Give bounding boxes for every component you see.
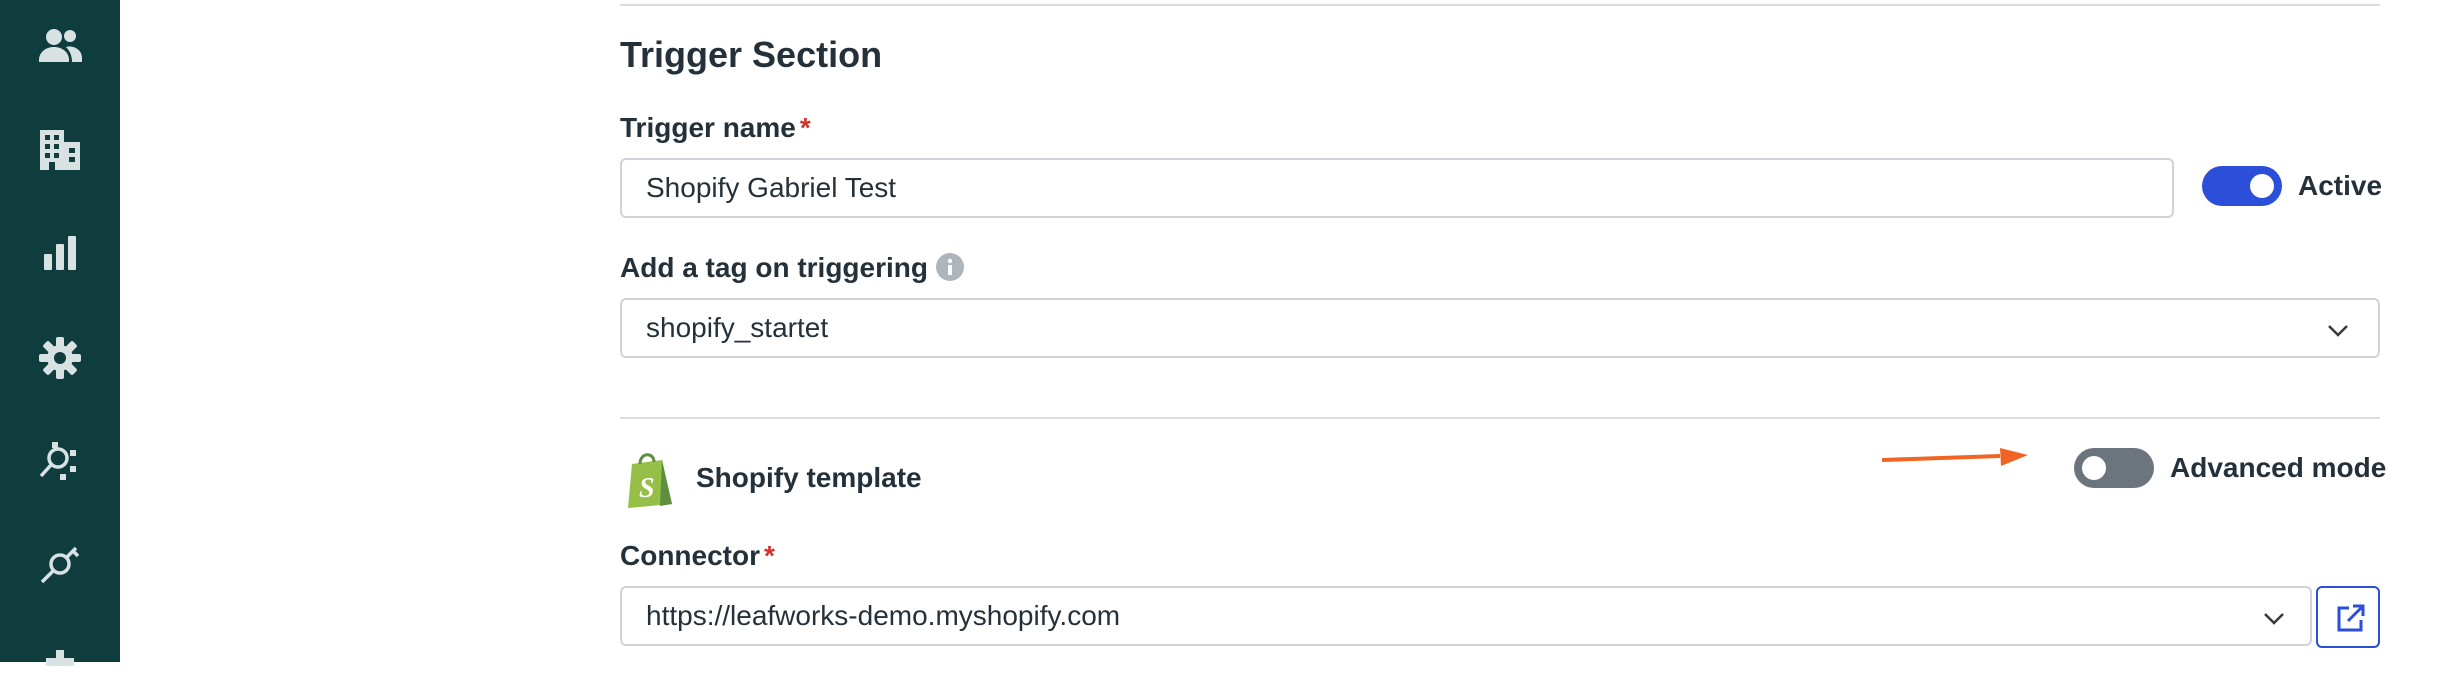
- required-marker: *: [764, 540, 775, 571]
- plug-search-icon[interactable]: [36, 542, 84, 590]
- divider: [620, 4, 2380, 6]
- active-label: Active: [2298, 170, 2383, 201]
- bar-chart-icon[interactable]: [36, 230, 84, 278]
- tag-select[interactable]: shopify_startet: [620, 298, 2380, 358]
- users-icon[interactable]: [36, 22, 84, 70]
- chevron-down-icon: [2326, 318, 2350, 342]
- connector-select[interactable]: https://leafworks-demo.myshopify.com: [620, 586, 2312, 646]
- divider: [620, 417, 2380, 419]
- trigger-name-label-text: Trigger name: [620, 112, 796, 143]
- section-title: Trigger Section: [620, 34, 883, 75]
- more-icon[interactable]: [36, 646, 84, 694]
- connector-select-value: https://leafworks-demo.myshopify.com: [646, 600, 1121, 631]
- connector-label: Connector *: [620, 540, 775, 572]
- integration-search-icon[interactable]: [36, 438, 84, 486]
- sidebar: [0, 0, 120, 666]
- tag-label-text: Add a tag on triggering: [620, 252, 928, 283]
- info-icon[interactable]: [936, 253, 964, 281]
- chevron-down-icon: [2262, 606, 2286, 630]
- shopify-bag-icon: S: [624, 450, 676, 508]
- trigger-name-label: Trigger name *: [620, 112, 811, 144]
- gear-icon[interactable]: [36, 334, 84, 382]
- open-connector-button[interactable]: [2316, 586, 2380, 648]
- advanced-mode-label: Advanced mode: [2170, 452, 2387, 483]
- connector-label-text: Connector: [620, 540, 760, 571]
- tag-select-value: shopify_startet: [646, 312, 829, 343]
- main-content: Trigger Section Trigger name * Shopify Ga…: [620, 0, 2386, 662]
- arrow-right-icon: [1880, 446, 2030, 470]
- buildings-icon[interactable]: [36, 126, 84, 174]
- toggle-knob: [2082, 456, 2106, 480]
- svg-text:S: S: [639, 473, 655, 504]
- toggle-knob: [2250, 174, 2274, 198]
- trigger-name-input[interactable]: Shopify Gabriel Test: [620, 158, 2174, 218]
- shopify-template-label: Shopify template: [696, 462, 922, 493]
- active-toggle[interactable]: [2202, 166, 2282, 206]
- advanced-mode-toggle[interactable]: [2074, 448, 2154, 488]
- external-link-icon: [2337, 604, 2365, 632]
- required-marker: *: [799, 112, 811, 143]
- tag-label: Add a tag on triggering: [620, 252, 964, 284]
